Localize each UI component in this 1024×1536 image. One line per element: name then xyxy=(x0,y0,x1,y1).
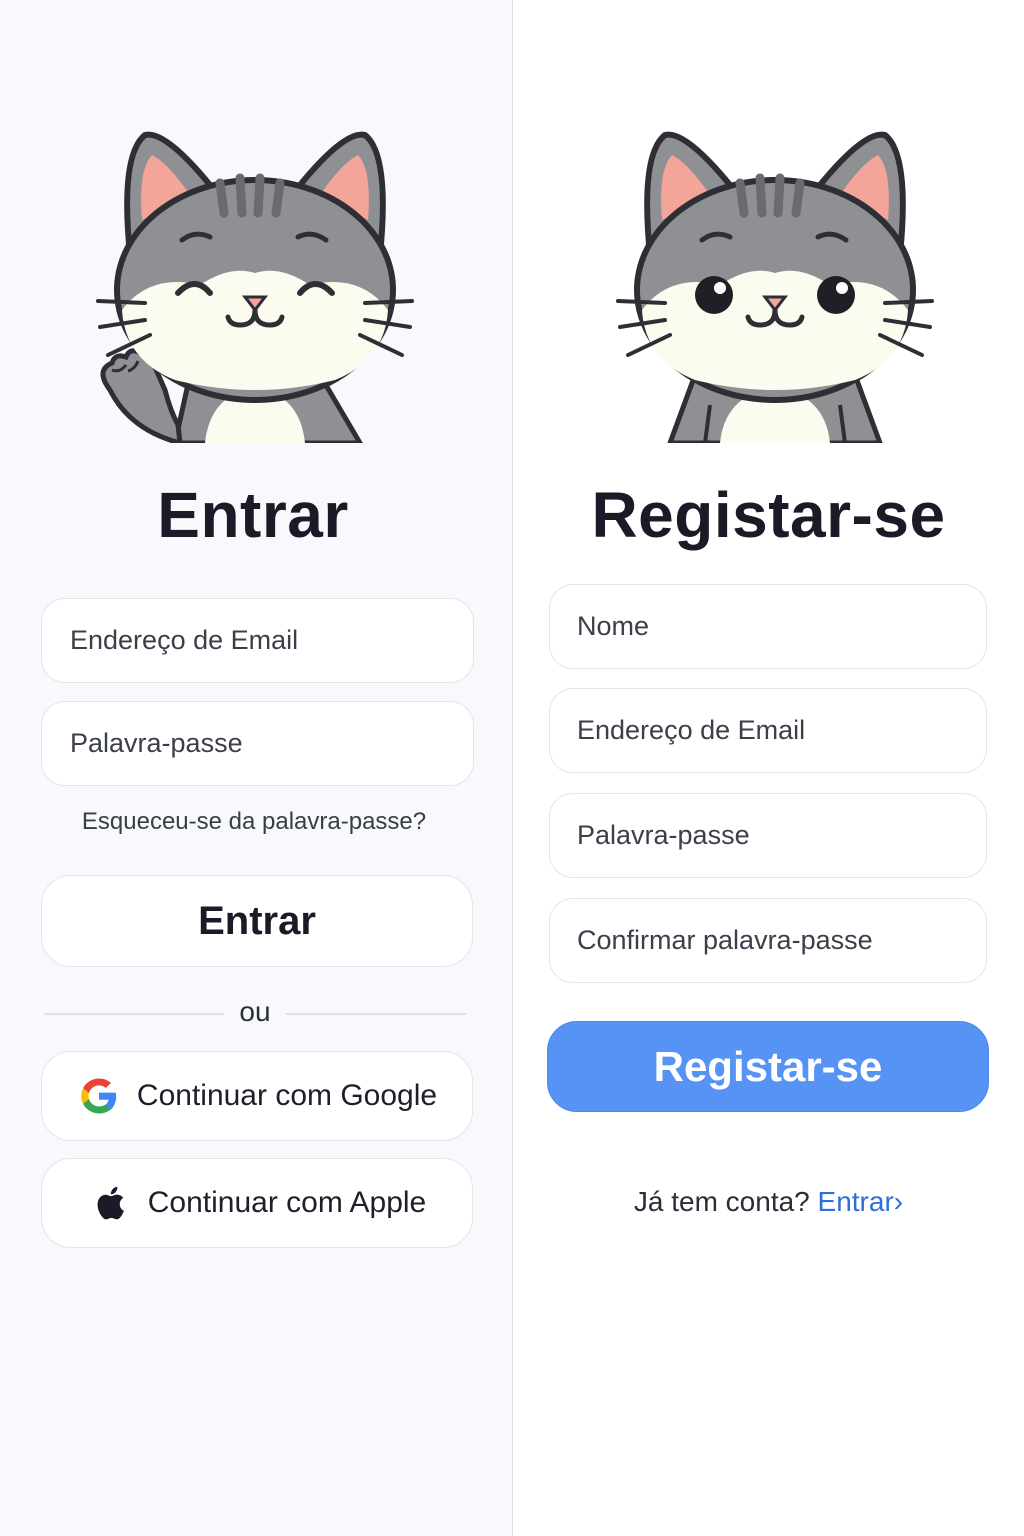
confirm-password-placeholder: Confirmar palavra-passe xyxy=(577,925,873,955)
register-email-field[interactable]: Endereço de Email xyxy=(549,688,987,773)
login-title: Entrar xyxy=(157,479,349,551)
name-placeholder: Nome xyxy=(577,611,650,641)
forgot-password-link[interactable]: Esqueceu-se da palavra-passe? xyxy=(0,808,512,836)
apple-label: Continuar com Apple xyxy=(147,1186,427,1219)
login-link-label: Entrar xyxy=(817,1186,894,1217)
have-account-row: Já tem conta? Entrar› xyxy=(513,1186,1024,1218)
apple-icon xyxy=(88,1181,132,1225)
register-button[interactable]: Registar-se xyxy=(547,1021,989,1112)
login-panel: Entrar Endereço de Email Palavra-passe E… xyxy=(0,0,512,1536)
register-panel: Registar-se Nome Endereço de Email Palav… xyxy=(513,0,1024,1536)
email-placeholder: Endereço de Email xyxy=(70,625,299,655)
chevron-right-icon: › xyxy=(893,1186,904,1217)
have-account-text: Já tem conta? xyxy=(633,1186,810,1217)
password-placeholder: Palavra-passe xyxy=(577,820,750,850)
or-label: ou xyxy=(239,996,271,1027)
register-title: Registar-se xyxy=(591,479,946,551)
register-name-field[interactable]: Nome xyxy=(549,584,987,669)
google-login-button[interactable]: Continuar com Google xyxy=(41,1051,473,1141)
cat-icon xyxy=(616,131,934,443)
google-icon xyxy=(77,1074,121,1118)
or-divider: ou xyxy=(44,996,466,1032)
login-email-field[interactable]: Endereço de Email xyxy=(41,598,474,683)
register-password-field[interactable]: Palavra-passe xyxy=(549,793,987,878)
login-password-field[interactable]: Palavra-passe xyxy=(41,701,474,786)
waving-cat-icon xyxy=(96,131,414,443)
register-confirm-password-field[interactable]: Confirmar palavra-passe xyxy=(549,898,987,983)
email-placeholder: Endereço de Email xyxy=(577,715,806,745)
login-button[interactable]: Entrar xyxy=(41,875,473,967)
login-link[interactable]: Entrar› xyxy=(818,1186,904,1217)
divider-line-right xyxy=(286,1013,466,1015)
apple-login-button[interactable]: Continuar com Apple xyxy=(41,1158,473,1248)
password-placeholder: Palavra-passe xyxy=(70,728,243,758)
google-label: Continuar com Google xyxy=(136,1079,438,1112)
